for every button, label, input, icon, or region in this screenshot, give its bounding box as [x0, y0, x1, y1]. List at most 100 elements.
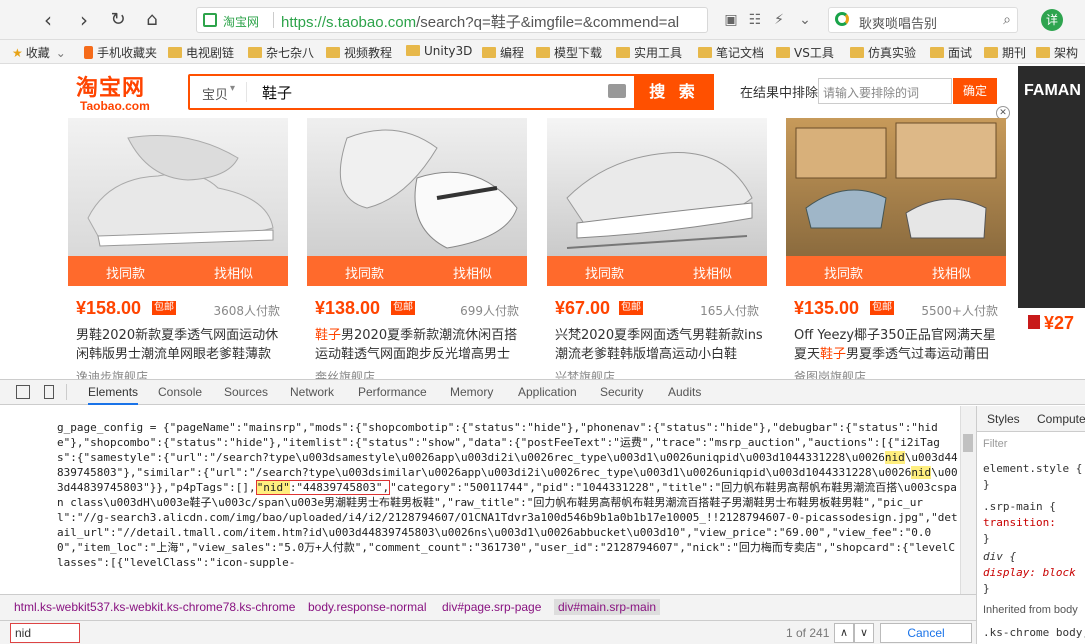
dom-breadcrumbs: html.ks-webkit537.ks-webkit.ks-chrome78.… [0, 594, 976, 620]
source-view[interactable]: g_page_config = {"pageName":"mainsrp","m… [10, 406, 958, 594]
scrollbar-thumb[interactable] [963, 434, 973, 452]
find-cancel-button[interactable]: Cancel [880, 623, 972, 643]
title-highlight: 鞋子 [820, 347, 847, 362]
bookmark-mobile[interactable]: 手机收藏夹 [84, 44, 157, 60]
tab-security[interactable]: Security [600, 385, 643, 399]
search-divider [246, 82, 247, 102]
tab-console[interactable]: Console [158, 385, 202, 399]
product-title[interactable]: Off Yeezy椰子350正品官网满天星夏天鞋子男夏季透气过毒运动莆田 [794, 326, 1006, 364]
bookmark-folder[interactable]: 杂七杂八 [248, 44, 314, 60]
product-title[interactable]: 鞋子男2020夏季新款潮流休闲百搭运动鞋透气网面跑步反光增高男士 [315, 326, 527, 364]
taobao-search-form: 宝贝 ▾ 鞋子 搜 索 [188, 74, 714, 110]
product-image[interactable] [786, 118, 1006, 256]
chevron-down-icon[interactable]: ▾ [230, 83, 235, 94]
bookmark-folder[interactable]: 模型下载 [536, 44, 602, 60]
shoe-image [87, 135, 274, 247]
find-same-button[interactable]: 找同款 [585, 263, 624, 282]
product-card[interactable]: 找同款 找相似 ¥158.00 包邮 3608人付款 男鞋2020新款夏季透气网… [68, 118, 288, 380]
find-same-button[interactable]: 找同款 [345, 263, 384, 282]
tab-computed[interactable]: Compute [1037, 412, 1085, 426]
screenshot-icon[interactable]: ▣ [722, 11, 740, 29]
find-same-button[interactable]: 找同款 [106, 263, 145, 282]
product-title[interactable]: 兴梵2020夏季网面透气男鞋新款ins潮流老爹鞋韩版增高运动小白鞋 [555, 326, 767, 364]
folder-icon [248, 47, 262, 58]
find-prev-button[interactable]: ∧ [834, 623, 854, 643]
breadcrumb-item[interactable]: div#page.srp-page [442, 600, 541, 614]
bookmark-folder[interactable]: 期刊 [984, 44, 1026, 60]
bookmark-folder[interactable]: 面试 [930, 44, 972, 60]
bookmark-folder[interactable]: 仿真实验 [850, 44, 916, 60]
tab-network[interactable]: Network [290, 385, 334, 399]
refresh-icon[interactable]: ↻ [106, 8, 130, 32]
back-icon[interactable]: ‹ [36, 8, 60, 32]
camera-icon[interactable] [608, 84, 626, 98]
product-action-bar: 找同款 找相似 [547, 256, 767, 286]
tab-sources[interactable]: Sources [224, 385, 268, 399]
tab-styles[interactable]: Styles [987, 412, 1020, 426]
device-toggle-icon[interactable] [44, 385, 54, 399]
bookmark-folder[interactable]: 编程 [482, 44, 524, 60]
bookmark-folder[interactable]: Unity3D [406, 44, 472, 60]
home-icon[interactable]: ⌂ [140, 8, 164, 32]
tab-elements[interactable]: Elements [88, 385, 139, 405]
breadcrumb-item[interactable]: body.response-normal [308, 600, 427, 614]
find-same-button[interactable]: 找同款 [824, 263, 863, 282]
style-rule: .srp-main { [983, 500, 1056, 513]
bolt-icon[interactable]: ⚡ [770, 11, 788, 29]
address-bar[interactable]: 淘宝网 https://s.taobao.com/search?q=鞋子&img… [196, 7, 708, 33]
avatar[interactable]: 详 [1041, 9, 1063, 31]
product-image[interactable] [547, 118, 767, 256]
tab-memory[interactable]: Memory [450, 385, 493, 399]
tab-audits[interactable]: Audits [668, 385, 701, 399]
bookmark-folder[interactable]: VS工具 [776, 44, 834, 60]
product-image[interactable] [68, 118, 288, 256]
bookmark-label: 架构 [1054, 46, 1079, 60]
find-similar-button[interactable]: 找相似 [214, 263, 253, 282]
search-icon[interactable]: ⌕ [1003, 12, 1011, 28]
browser-search-box[interactable]: 耿爽唢唱告别 ⌕ [828, 7, 1018, 33]
styles-filter-input[interactable]: Filter [983, 438, 1007, 450]
find-similar-button[interactable]: 找相似 [453, 263, 492, 282]
find-similar-button[interactable]: 找相似 [932, 263, 971, 282]
product-card[interactable]: 找同款 找相似 ¥135.00 包邮 5500+人付款 Off Yeezy椰子3… [786, 118, 1006, 380]
bookmark-label: 视频教程 [344, 46, 393, 60]
find-input[interactable]: nid [10, 623, 80, 643]
bookmark-label: 杂七杂八 [266, 46, 315, 60]
chevron-down-icon[interactable]: ⌄ [796, 11, 814, 29]
taobao-logo[interactable]: 淘宝网 Taobao.com [76, 70, 160, 113]
current-match-value: :"44839745803", [289, 481, 390, 494]
forward-icon[interactable]: › [72, 8, 96, 32]
bookmark-folder[interactable]: 电视剧链 [168, 44, 234, 60]
confirm-button[interactable]: 确定 [953, 78, 997, 104]
bookmark-folder[interactable]: 视频教程 [326, 44, 392, 60]
search-input[interactable]: 鞋子 [262, 82, 292, 103]
free-shipping-badge: 包邮 [870, 301, 894, 315]
tab-application[interactable]: Application [518, 385, 577, 399]
search-button[interactable]: 搜 索 [634, 74, 714, 110]
bookmark-folder[interactable]: 笔记文档 [698, 44, 764, 60]
style-rule: element.style { [983, 462, 1083, 475]
folder-icon [698, 47, 712, 58]
source-text: "category":"50011744","pid":"1044331228"… [57, 481, 958, 569]
grid-icon[interactable]: ☷ [746, 11, 764, 29]
exclude-input[interactable]: 请输入要排除的词 [818, 78, 952, 104]
bookmark-favorites[interactable]: ★ 收藏 ⌄ [12, 44, 66, 60]
inspect-icon[interactable] [16, 385, 30, 399]
breadcrumb-item[interactable]: html.ks-webkit537.ks-webkit.ks-chrome78.… [14, 600, 295, 614]
tab-performance[interactable]: Performance [358, 385, 427, 399]
address-url[interactable]: https://s.taobao.com/search?q=鞋子&imgfile… [281, 11, 701, 32]
find-next-button[interactable]: ∨ [854, 623, 874, 643]
side-ad-image[interactable]: FAMAN [1018, 66, 1085, 308]
product-card[interactable]: 找同款 找相似 ¥138.00 包邮 699人付款 鞋子男2020夏季新款潮流休… [307, 118, 527, 380]
product-card[interactable]: 找同款 找相似 ¥67.00 包邮 165人付款 兴梵2020夏季网面透气男鞋新… [547, 118, 767, 380]
bookmark-folder[interactable]: 实用工具 [616, 44, 682, 60]
site-shield-icon [203, 13, 217, 27]
product-title[interactable]: 男鞋2020新款夏季透气网面运动休闲韩版男士潮流单网眼老爹鞋薄款 [76, 326, 288, 364]
product-image[interactable] [307, 118, 527, 256]
folder-icon [930, 47, 944, 58]
bookmark-label: 模型下载 [554, 46, 603, 60]
breadcrumb-item-current[interactable]: div#main.srp-main [554, 599, 661, 615]
find-similar-button[interactable]: 找相似 [693, 263, 732, 282]
bookmark-folder[interactable]: 架构 [1036, 44, 1078, 60]
category-select[interactable]: 宝贝 [202, 84, 228, 103]
